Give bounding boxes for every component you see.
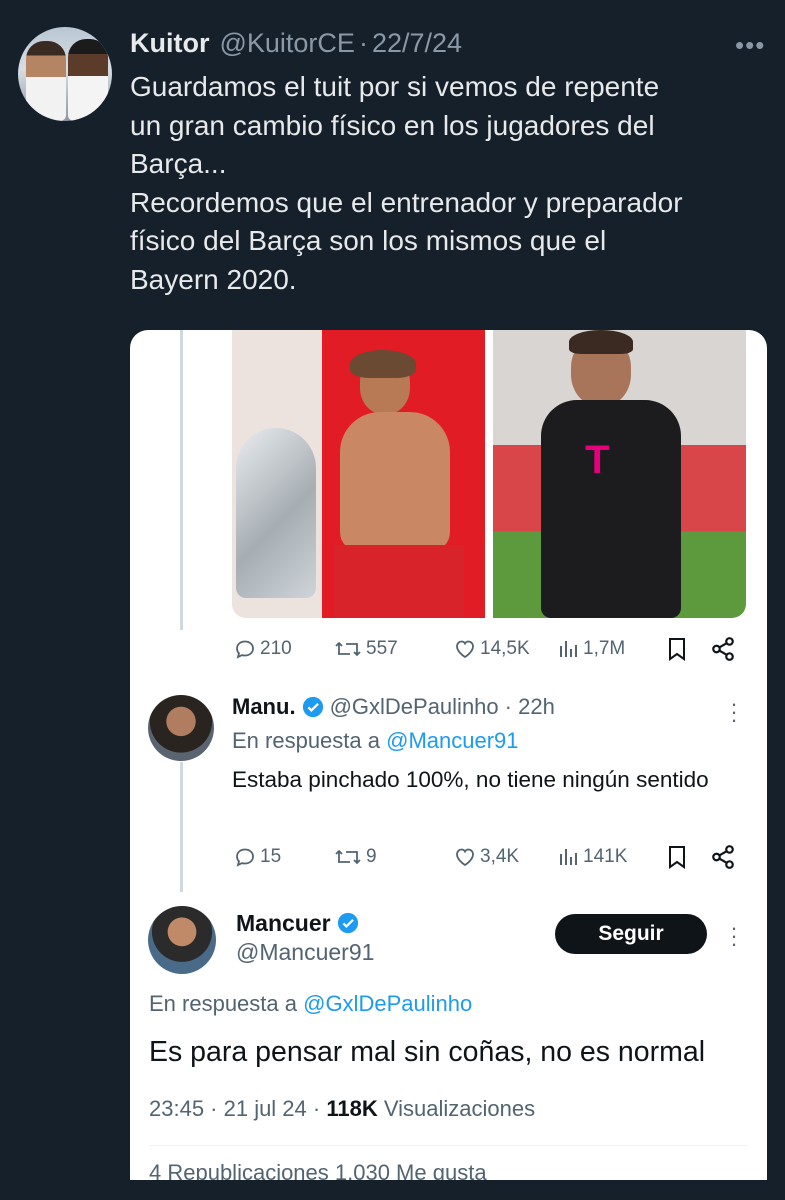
photo-trophy-player[interactable] xyxy=(232,330,485,618)
tweet-text-line: físico del Barça son los mismos que el xyxy=(130,225,607,257)
like-action[interactable]: 14,5K xyxy=(452,634,530,664)
like-count: 3,4K xyxy=(480,846,520,867)
share-action[interactable] xyxy=(710,842,738,872)
coach-hair xyxy=(569,330,633,354)
views-count: 141K xyxy=(583,846,628,867)
views-action[interactable]: 1,7M xyxy=(557,634,625,664)
main-tweet-meta: 23:45 · 21 jul 24 · 118K Visualizaciones xyxy=(149,1096,535,1122)
views-icon xyxy=(560,849,577,865)
player-torso xyxy=(340,412,450,552)
divider xyxy=(149,1145,748,1146)
reply-count: 210 xyxy=(260,638,292,659)
player-hair xyxy=(350,350,416,378)
reply-icon xyxy=(236,848,254,867)
in-reply-handle-link[interactable]: @GxlDePaulinho xyxy=(303,991,472,1016)
header-separator: · xyxy=(358,27,368,58)
trophy-shape xyxy=(236,428,316,598)
coach-shirt xyxy=(541,400,681,618)
main-more-icon[interactable]: · · · xyxy=(729,917,739,955)
verified-badge-icon xyxy=(337,912,358,934)
like-action[interactable]: 3,4K xyxy=(452,842,519,872)
thread-line xyxy=(180,762,183,892)
more-options-icon[interactable]: ••• xyxy=(735,30,765,61)
main-author-handle[interactable]: @Mancuer91 xyxy=(236,939,374,966)
author-name[interactable]: Kuitor xyxy=(130,28,209,59)
share-action[interactable] xyxy=(710,634,738,664)
avatar-person-right xyxy=(68,39,108,121)
verified-badge-icon xyxy=(302,696,323,718)
like-count: 14,5K xyxy=(480,638,530,659)
main-in-reply-to: En respuesta a @GxlDePaulinho xyxy=(149,991,472,1017)
reply-author-avatar[interactable] xyxy=(148,695,214,761)
bookmark-action[interactable] xyxy=(665,842,691,872)
bookmark-icon xyxy=(669,846,685,869)
main-author-name[interactable]: Mancuer xyxy=(236,910,331,937)
follow-button[interactable]: Seguir xyxy=(555,914,707,954)
reply-in-reply-to: En respuesta a @Mancuer91 xyxy=(232,728,519,754)
reply-action[interactable]: 15 xyxy=(232,842,281,872)
share-icon xyxy=(712,637,734,661)
tweet-text-line: Bayern 2020. xyxy=(130,263,297,295)
tweet-date[interactable]: 22/7/24 xyxy=(372,28,462,59)
main-header: Mancuer xyxy=(236,908,365,938)
tweet-text-line: Barça... xyxy=(130,148,227,180)
in-reply-handle-link[interactable]: @Mancuer91 xyxy=(386,728,518,753)
reply-time[interactable]: · 22h xyxy=(505,694,555,720)
reply-icon xyxy=(236,640,254,659)
tweet-text-line: Guardamos el tuit por si vemos de repent… xyxy=(130,71,660,102)
main-author-avatar[interactable] xyxy=(148,906,216,974)
avatar-person-left xyxy=(26,41,66,121)
retweet-icon xyxy=(335,641,361,657)
in-reply-prefix: En respuesta a xyxy=(232,728,380,753)
reply-text: Estaba pinchado 100%, no tiene ningún se… xyxy=(232,767,709,792)
author-handle[interactable]: @KuitorCE xyxy=(219,28,354,59)
views-icon xyxy=(560,641,577,657)
reply-count: 15 xyxy=(260,846,282,867)
reply-action[interactable]: 210 xyxy=(232,634,292,664)
tweet-text-line: Recordemos que el entrenador y preparado… xyxy=(130,186,683,218)
reply-more-icon[interactable]: · · · xyxy=(729,693,739,731)
engagement-stats-cut: 4 Republicaciones 1.030 Me gusta xyxy=(149,1160,487,1180)
views-count: 118K xyxy=(326,1096,378,1121)
reply-author-handle[interactable]: @GxlDePaulinho xyxy=(330,694,499,720)
heart-icon xyxy=(456,848,474,867)
main-tweet-time[interactable]: 23:45 · 21 jul 24 · xyxy=(149,1096,326,1121)
share-icon xyxy=(712,845,734,869)
author-avatar[interactable] xyxy=(18,27,112,121)
thread-line xyxy=(180,330,183,630)
reply-author-name[interactable]: Manu. xyxy=(232,694,296,720)
photo-training-coach[interactable]: T xyxy=(493,330,746,618)
retweet-action[interactable]: 557 xyxy=(332,634,398,664)
bookmark-action[interactable] xyxy=(665,634,691,664)
player-shorts xyxy=(334,545,464,618)
first-tweet-actions: 210 557 14,5K 1,7M xyxy=(232,634,742,664)
retweet-icon xyxy=(335,849,361,865)
reply-header: Manu. @GxlDePaulinho · 22h xyxy=(232,692,555,722)
telekom-logo-icon: T xyxy=(585,438,610,482)
tweet-text: Guardamos el tuit por si vemos de repent… xyxy=(130,68,770,300)
views-action[interactable]: 141K xyxy=(557,842,627,872)
retweet-count: 9 xyxy=(366,846,377,867)
views-label: Visualizaciones xyxy=(377,1096,536,1121)
tweet-header: Kuitor @KuitorCE · 22/7/24 xyxy=(130,26,462,60)
in-reply-prefix: En respuesta a xyxy=(149,991,297,1016)
attached-screenshot[interactable]: T 210 557 14,5K 1,7M Manu. @GxlDePaulinh… xyxy=(130,330,767,1180)
tweet-text-line: un gran cambio físico en los jugadores d… xyxy=(130,109,655,141)
main-tweet-text: Es para pensar mal sin coñas, no es norm… xyxy=(149,1036,706,1068)
views-count: 1,7M xyxy=(583,638,626,659)
bookmark-icon xyxy=(669,638,685,661)
reply-actions: 15 9 3,4K 141K xyxy=(232,842,742,872)
retweet-action[interactable]: 9 xyxy=(332,842,377,872)
retweet-count: 557 xyxy=(366,638,398,659)
heart-icon xyxy=(456,640,474,659)
